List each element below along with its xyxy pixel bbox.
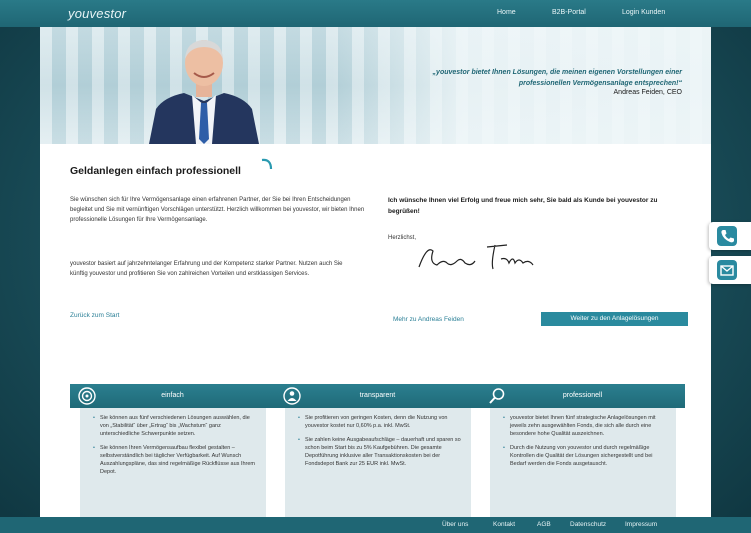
nav-login-kunden[interactable]: Login Kunden [622, 9, 665, 16]
hero-banner: „youvestor bietet Ihnen Lösungen, die me… [40, 27, 711, 144]
footer-contact-link[interactable]: Kontakt [493, 521, 515, 528]
signature [418, 244, 534, 270]
more-about-ceo-link[interactable]: Mehr zu Andreas Feiden [393, 316, 464, 323]
sincerely-text: Herzlichst, [388, 235, 417, 241]
intro-paragraph-1: Sie wünschen sich für Ihre Vermögensanla… [70, 197, 365, 223]
page-title: Geldanlegen einfach professionell [70, 165, 241, 177]
feature-body-transparent: Sie profitieren von geringen Kosten, den… [285, 408, 471, 517]
footer-privacy-link[interactable]: Datenschutz [570, 521, 606, 528]
footer-imprint-link[interactable]: Impressum [625, 521, 657, 528]
feature-title: professionell [562, 392, 603, 399]
list-item: Sie profitieren von geringen Kosten, den… [298, 414, 461, 430]
ceo-portrait [149, 40, 259, 144]
mail-icon [720, 265, 734, 276]
phone-contact-button[interactable] [709, 222, 751, 250]
footer-agb-link[interactable]: AGB [537, 521, 551, 528]
greeting-text: Ich wünsche Ihnen viel Erfolg und freue … [388, 197, 658, 215]
intro-paragraph-2: youvestor basiert auf jahrzehntelanger E… [70, 261, 343, 277]
page-content: „youvestor bietet Ihnen Lösungen, die me… [40, 27, 711, 517]
nav-b2b-portal[interactable]: B2B-Portal [552, 9, 586, 16]
hero-quote-author: Andreas Feiden, CEO [613, 89, 682, 96]
list-item: Durch die Nutzung von youvestor und durc… [503, 444, 666, 468]
back-to-start-link[interactable]: Zurück zum Start [70, 312, 119, 319]
footer: Über uns Kontakt AGB Datenschutz Impress… [0, 517, 751, 533]
list-item: Sie zahlen keine Ausgabeaufschläge – dau… [298, 436, 461, 468]
list-item: youvestor bietet Ihnen fünf strategische… [503, 414, 666, 438]
swoosh-icon [261, 158, 273, 170]
feature-title: einfach [161, 392, 184, 399]
mail-contact-button[interactable] [709, 256, 751, 284]
nav-home[interactable]: Home [497, 9, 516, 16]
phone-icon [721, 230, 734, 243]
feature-body-einfach: Sie können aus fünf verschiedenen Lösung… [80, 408, 266, 517]
feature-header-einfach[interactable]: einfach [70, 384, 275, 408]
solutions-cta-button[interactable]: Weiter zu den Anlagelösungen [541, 312, 688, 326]
feature-title: transparent [359, 392, 396, 399]
list-item: Sie können Ihren Vermögensaufbau flexibe… [93, 444, 256, 476]
feature-header-transparent[interactable]: transparent [275, 384, 480, 408]
feature-body-professionell: youvestor bietet Ihnen fünf strategische… [490, 408, 676, 517]
footer-about-link[interactable]: Über uns [442, 521, 468, 528]
hero-quote: „youvestor bietet Ihnen Lösungen, die me… [432, 69, 682, 87]
feature-header-professionell[interactable]: professionell [480, 384, 685, 408]
top-navigation: youvestor Home B2B-Portal Login Kunden [0, 0, 751, 27]
list-item: Sie können aus fünf verschiedenen Lösung… [93, 414, 256, 438]
logo[interactable]: youvestor [68, 6, 126, 21]
